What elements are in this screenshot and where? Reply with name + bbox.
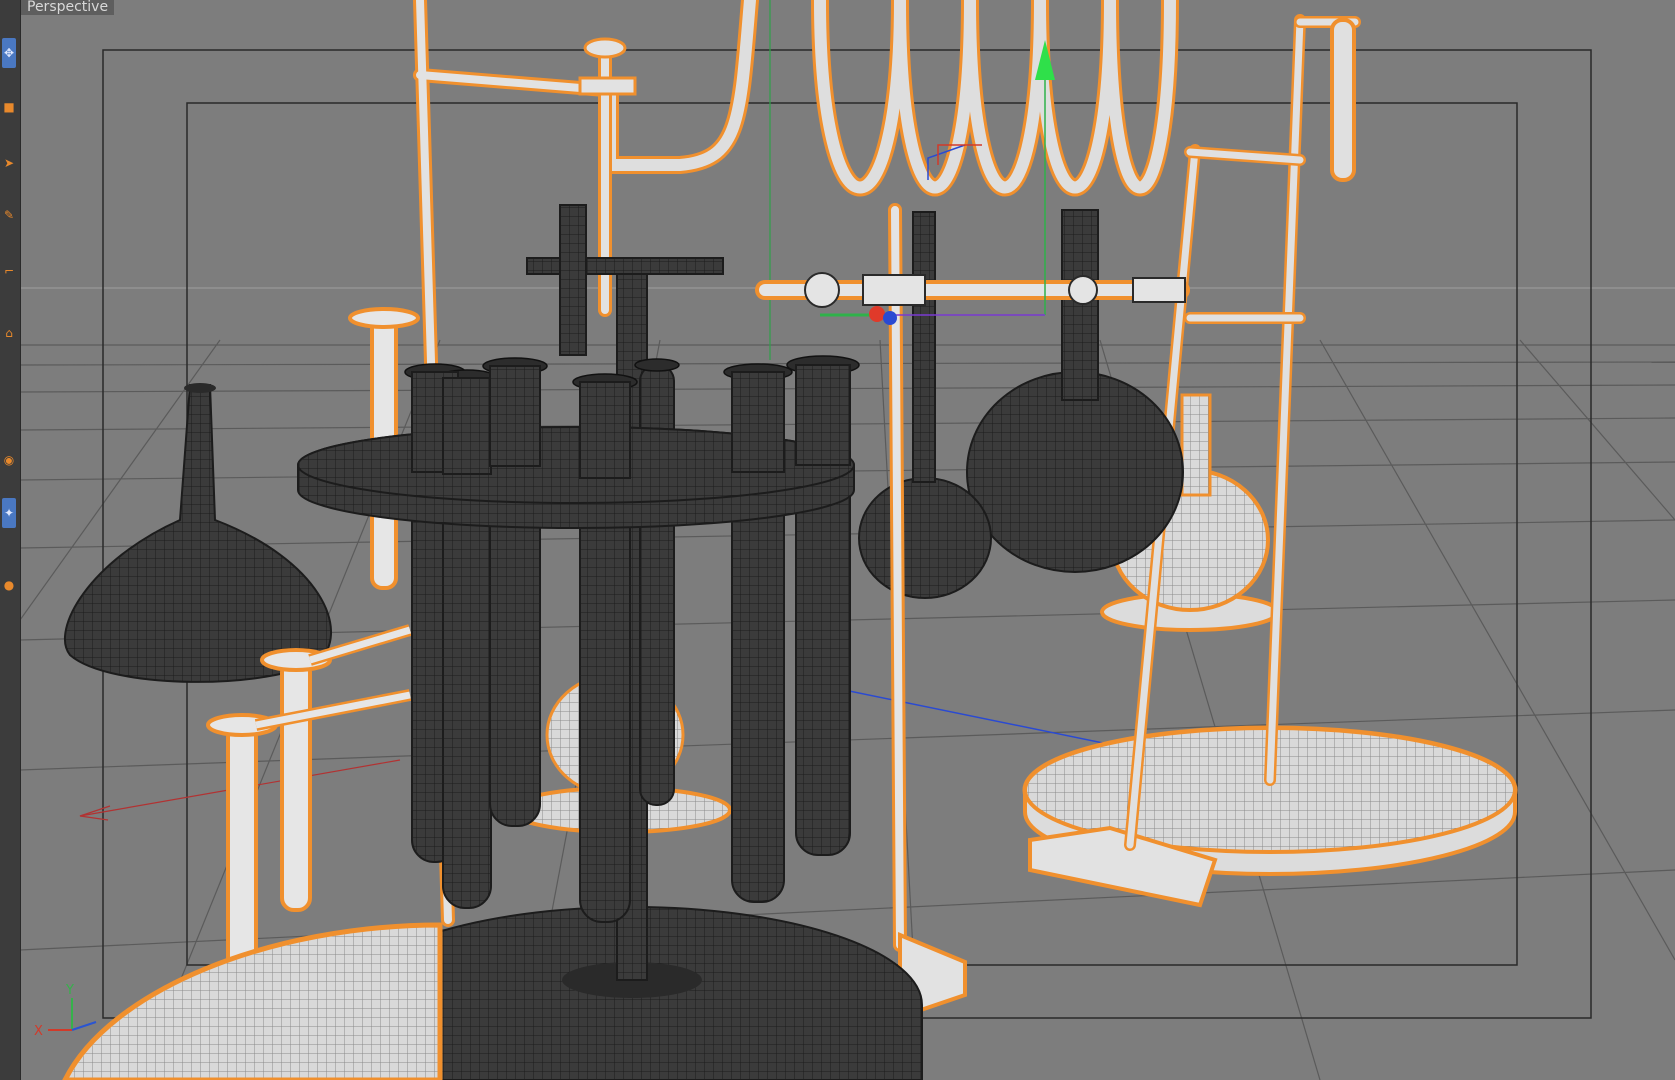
- axis-gizmo: Y X: [34, 983, 97, 1039]
- left-toolbar: ✥ ■ ➤ ✎ ⌐ ⌂ ◉ ✦ ●: [0, 0, 21, 1080]
- back-round-flask[interactable]: [966, 209, 1184, 573]
- material-tool-icon[interactable]: ●: [2, 570, 16, 600]
- gizmo-x-handle: [869, 306, 885, 322]
- gizmo-z-handle: [883, 311, 897, 325]
- viewport-label[interactable]: Perspective: [21, 0, 115, 15]
- spline-tool-icon[interactable]: ➤: [2, 148, 16, 178]
- center-round-flask[interactable]: [858, 211, 992, 599]
- right-tube-clamp[interactable]: [1330, 18, 1356, 182]
- nurbs-tool-icon[interactable]: ✎: [2, 200, 16, 230]
- condenser-coil[interactable]: [601, 0, 1179, 197]
- scene-tool-icon[interactable]: ⌂: [2, 318, 16, 348]
- viewport-canvas[interactable]: Y X: [20, 0, 1675, 1080]
- move-tool-icon[interactable]: ✥: [2, 38, 16, 68]
- camera-tool-icon[interactable]: ◉: [2, 445, 16, 475]
- deformer-tool-icon[interactable]: ⌐: [2, 256, 16, 286]
- horizontal-clamp[interactable]: [755, 272, 1190, 308]
- axis-gizmo-x-label: X: [34, 1024, 43, 1039]
- light-tool-icon[interactable]: ✦: [2, 498, 16, 528]
- axis-gizmo-y-label: Y: [65, 983, 74, 998]
- cube-tool-icon[interactable]: ■: [2, 92, 16, 122]
- 3d-viewport[interactable]: Y X: [20, 0, 1675, 1080]
